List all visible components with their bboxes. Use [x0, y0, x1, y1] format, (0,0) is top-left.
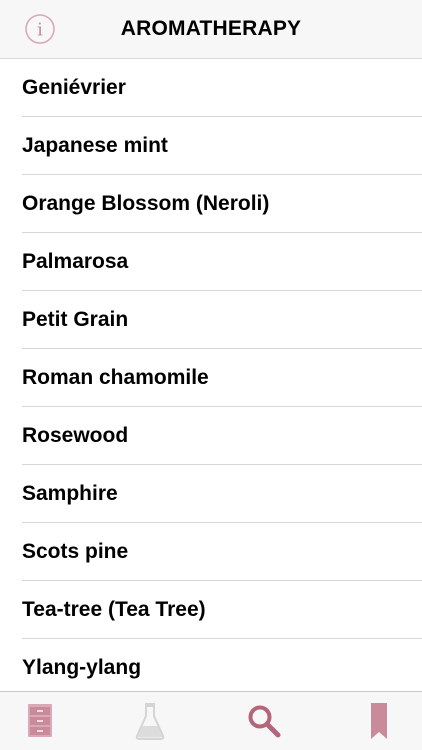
tab-flask[interactable] [110, 692, 190, 750]
tab-bar [0, 691, 422, 750]
list-item[interactable]: Rosewood [0, 407, 422, 465]
list-item[interactable]: Petit Grain [0, 291, 422, 349]
list-item[interactable]: Palmarosa [0, 233, 422, 291]
list-item-label: Petit Grain [22, 308, 129, 331]
list-item-label: Roman chamomile [22, 366, 209, 389]
list-item-label: Palmarosa [22, 250, 129, 273]
list-item[interactable]: Orange Blossom (Neroli) [0, 175, 422, 233]
list-item[interactable]: Japanese mint [0, 117, 422, 175]
list-item-label: Japanese mint [22, 134, 168, 157]
tab-bookmarks[interactable] [339, 692, 419, 750]
list-item[interactable]: Scots pine [0, 523, 422, 581]
navigation-bar: i AROMATHERAPY [0, 0, 422, 59]
tab-catalogue[interactable] [0, 692, 80, 750]
list-item-label: Ylang-ylang [22, 656, 142, 679]
list-item-label: Tea-tree (Tea Tree) [22, 598, 206, 621]
page-title: AROMATHERAPY [120, 17, 302, 40]
list-item-label: Scots pine [22, 540, 129, 563]
list-item-label: Orange Blossom (Neroli) [22, 192, 270, 215]
list-item[interactable]: Tea-tree (Tea Tree) [0, 581, 422, 639]
search-icon [248, 705, 281, 738]
list-item[interactable]: Roman chamomile [0, 349, 422, 407]
bookmark-icon [371, 703, 387, 739]
list-item-label: Rosewood [22, 424, 129, 447]
list-item-label: Geniévrier [22, 76, 126, 99]
list-item[interactable]: Geniévrier [0, 59, 422, 117]
flask-icon [135, 703, 165, 740]
list-item[interactable]: Samphire [0, 465, 422, 523]
tab-search[interactable] [224, 692, 304, 750]
cabinet-icon [28, 704, 52, 737]
oil-list: Geniévrier Japanese mint Orange Blossom … [0, 59, 422, 691]
list-item[interactable]: Ylang-ylang [0, 639, 422, 691]
list-item-label: Samphire [22, 482, 118, 505]
